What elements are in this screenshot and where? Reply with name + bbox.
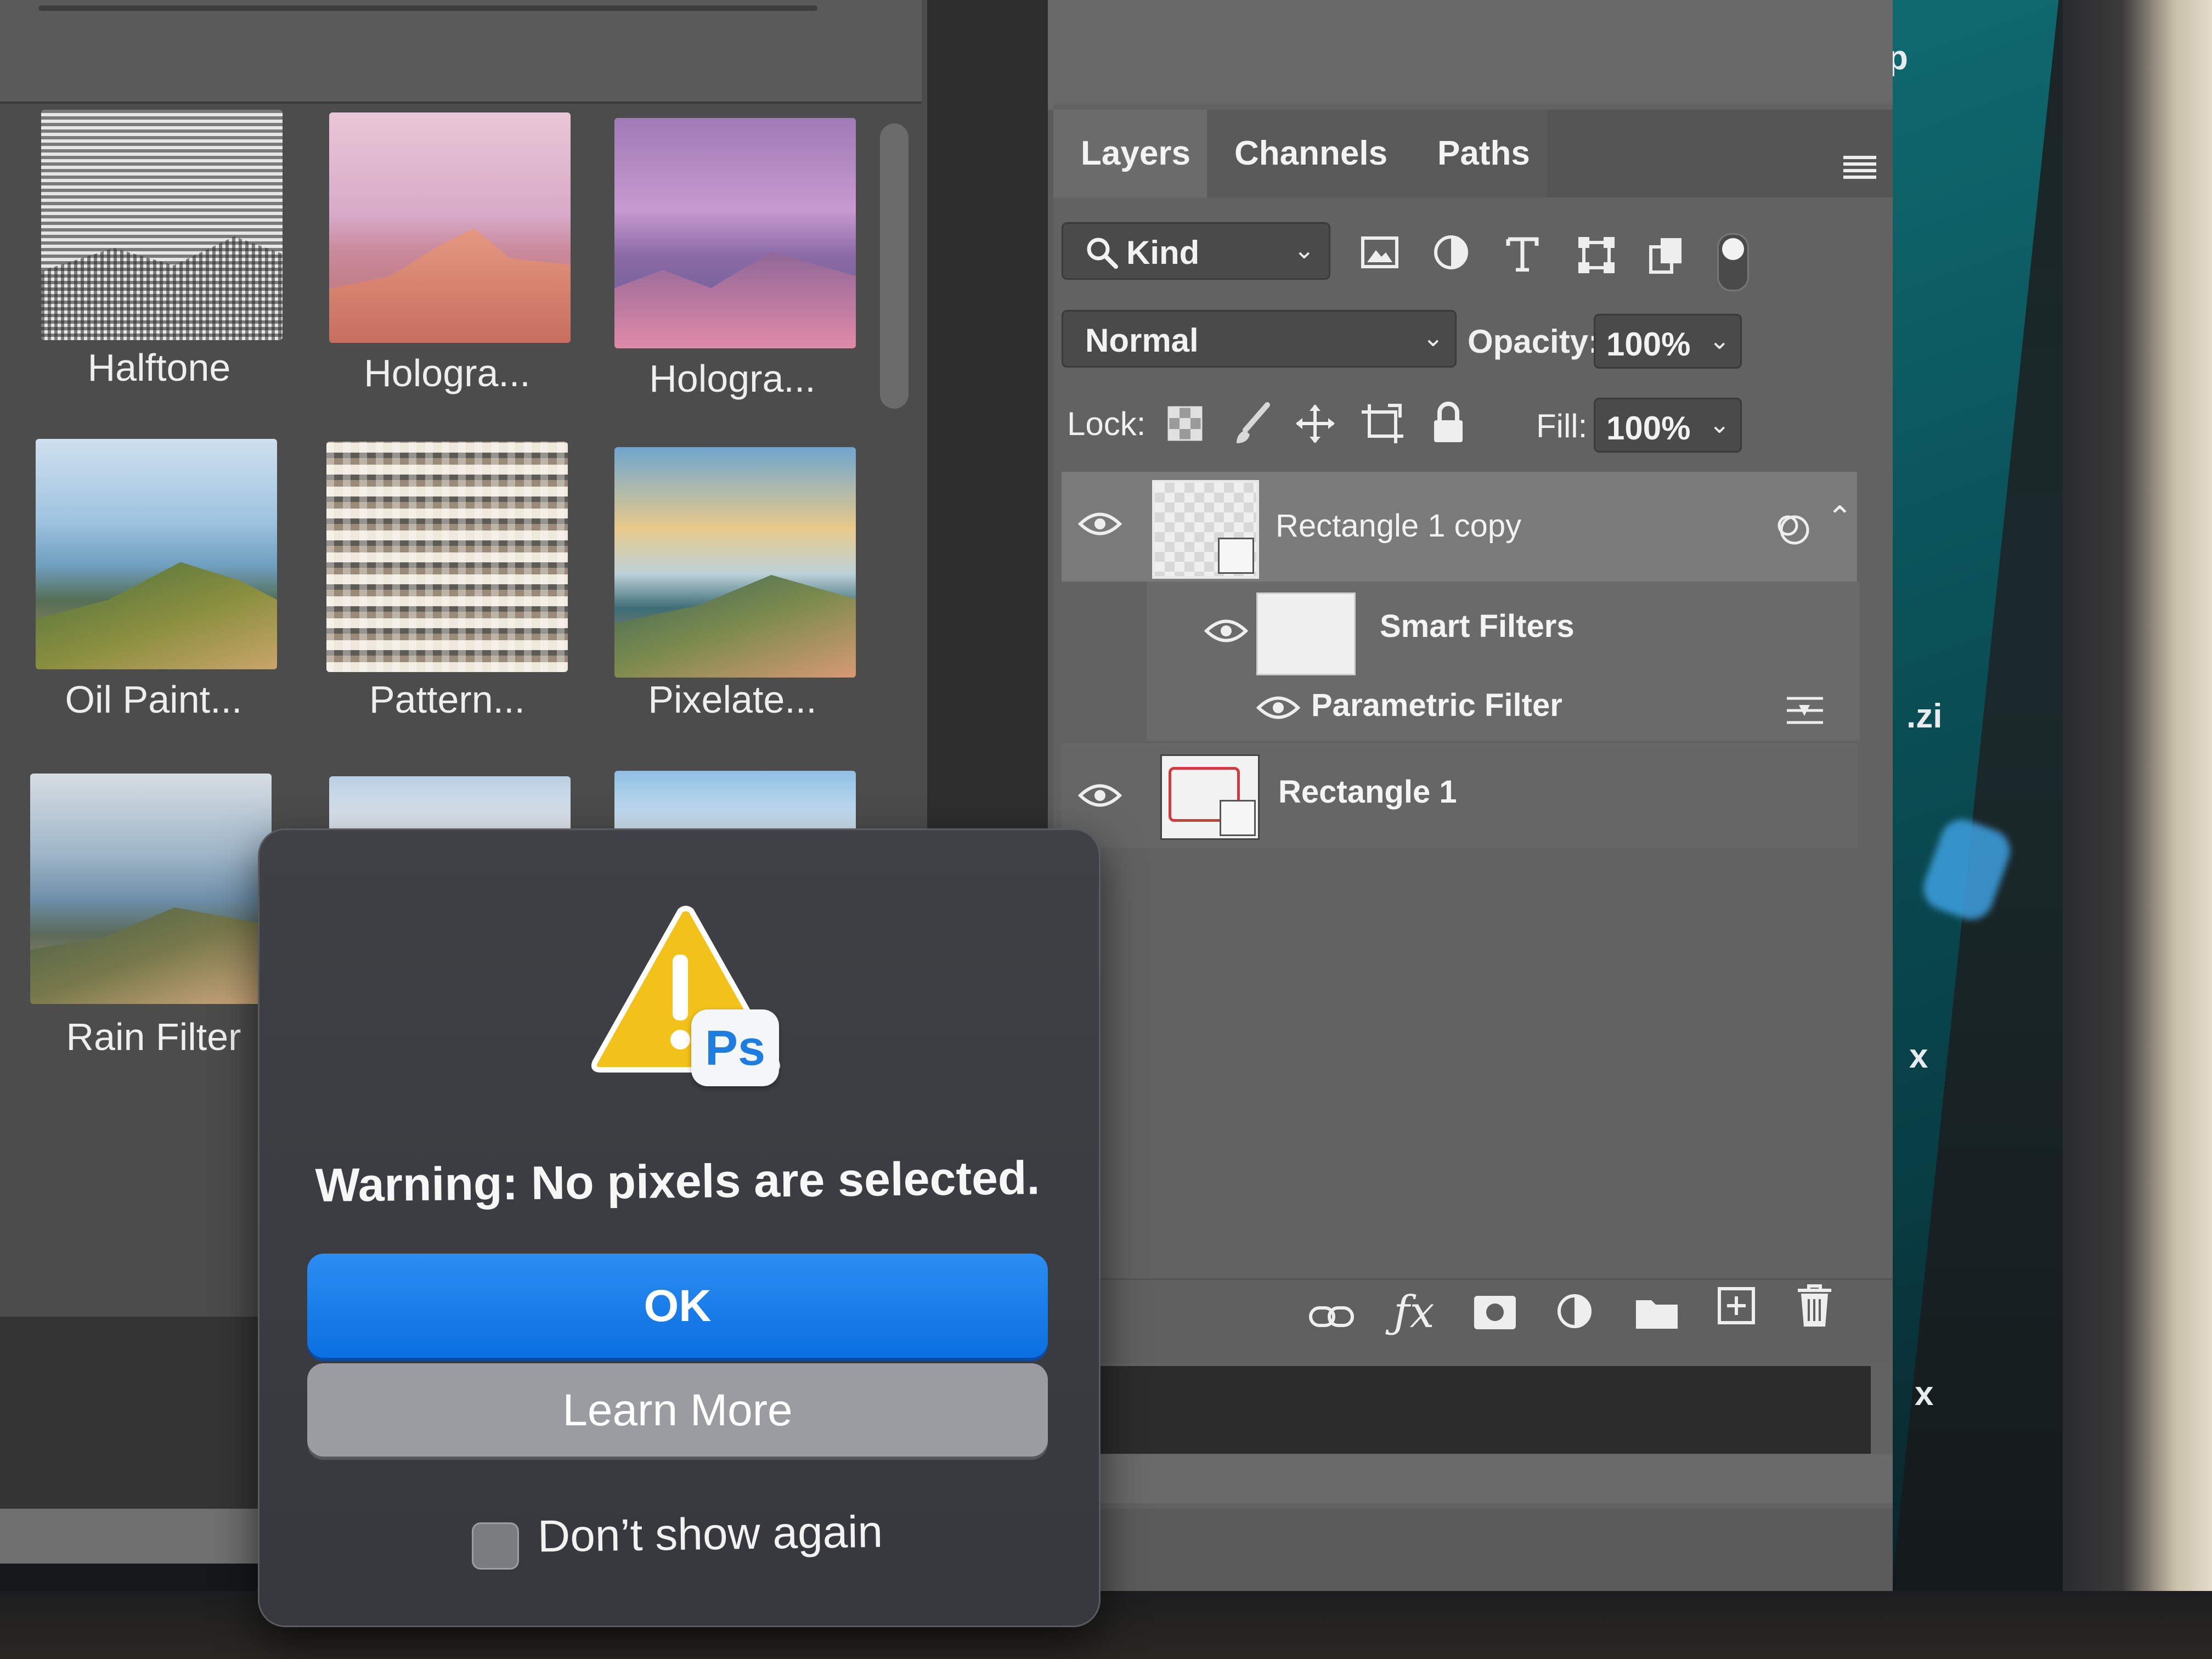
monitor-bezel-right <box>2063 0 2212 1659</box>
desktop-label-x1: x <box>1909 1037 1928 1075</box>
toggle-knob <box>1722 238 1744 260</box>
desktop-label-zi: .zi <box>1906 697 1943 735</box>
panel-menu-icon[interactable] <box>1843 154 1876 181</box>
kind-filter-select[interactable]: Kind ⌄ <box>1062 222 1330 280</box>
filter-label-halftone: Halftone <box>87 346 231 389</box>
layer-name[interactable]: Rectangle 1 copy <box>1276 507 1521 544</box>
filter-label-holographic-1: Hologra... <box>364 352 531 394</box>
opacity-dropdown[interactable]: ⌄ <box>1703 314 1742 369</box>
chevron-down-icon: ⌄ <box>1709 410 1730 438</box>
opacity-value: 100% <box>1606 326 1691 363</box>
filter-thumb-halftone[interactable] <box>41 110 283 340</box>
filter-thumb-holographic-2[interactable] <box>614 118 856 348</box>
smart-filter-mask-thumbnail[interactable] <box>1256 592 1356 675</box>
tab-layers[interactable]: Layers <box>1053 110 1207 198</box>
learn-more-button[interactable]: Learn More <box>307 1363 1048 1457</box>
filter-gallery-divider <box>38 5 817 11</box>
visibility-eye-icon[interactable] <box>1078 782 1122 809</box>
filter-thumb-oil-paint[interactable] <box>36 439 277 669</box>
collapse-chevron-icon[interactable]: ⌃ <box>1827 499 1853 535</box>
filter-thumb-rain[interactable] <box>30 774 272 1004</box>
ok-button[interactable]: OK <box>307 1254 1048 1358</box>
smart-object-badge-icon <box>1218 538 1254 574</box>
tab-strip <box>1547 110 1893 198</box>
kind-filter-label: Kind <box>1126 234 1200 271</box>
ps-badge-text: Ps <box>704 1021 766 1076</box>
filter-label-rain: Rain Filter <box>66 1015 241 1058</box>
fill-label: Fill: <box>1536 408 1588 444</box>
filter-thumb-pixelate[interactable] <box>614 447 856 678</box>
filter-label-oil-paint: Oil Paint... <box>65 678 242 721</box>
holographic-mountain-1 <box>329 228 571 343</box>
type-layer-filter-icon[interactable] <box>1506 236 1539 272</box>
layer-thumbnail[interactable] <box>1160 754 1260 840</box>
add-mask-icon[interactable] <box>1473 1295 1517 1330</box>
ps-badge-icon: Ps <box>691 1009 779 1086</box>
filter-label-pixelate: Pixelate... <box>648 678 817 721</box>
new-adjustment-layer-icon[interactable] <box>1555 1292 1594 1330</box>
halftone-mountain <box>41 236 283 340</box>
oil-paint-mountain <box>36 562 277 669</box>
smart-object-badge-icon <box>1220 800 1256 836</box>
chevron-down-icon: ⌄ <box>1423 323 1444 352</box>
pattern-texture <box>326 442 568 672</box>
filter-blending-options-icon[interactable] <box>1786 694 1824 727</box>
delete-layer-trash-icon[interactable] <box>1797 1284 1832 1328</box>
layer-style-fx-icon[interactable]: ƒx <box>1393 1286 1435 1338</box>
search-icon <box>1087 238 1118 269</box>
smart-filters-group: Smart Filters Parametric Filter <box>1147 582 1860 741</box>
visibility-eye-icon[interactable] <box>1256 694 1300 721</box>
lock-image-pixels-brush-icon[interactable] <box>1233 402 1272 445</box>
lock-position-move-icon[interactable] <box>1295 403 1336 444</box>
desktop-label-x2: x <box>1915 1375 1934 1413</box>
filter-label-holographic-2: Hologra... <box>649 357 816 400</box>
dont-show-again-checkbox[interactable] <box>472 1522 519 1570</box>
layer-name[interactable]: Rectangle 1 <box>1278 774 1457 810</box>
chevron-down-icon: ⌄ <box>1294 235 1315 264</box>
fill-dropdown[interactable]: ⌄ <box>1703 398 1742 453</box>
chevron-down-icon: ⌄ <box>1709 326 1730 354</box>
smart-object-filter-icon[interactable] <box>1649 236 1684 274</box>
shape-layer-filter-icon[interactable] <box>1577 236 1616 274</box>
lock-transparent-pixels-icon[interactable] <box>1167 406 1203 441</box>
panel-bottom-dark-strip <box>1092 1366 1871 1454</box>
opacity-label: Opacity: <box>1468 323 1600 360</box>
parametric-filter-label[interactable]: Parametric Filter <box>1311 687 1562 724</box>
lock-artboard-icon[interactable] <box>1361 403 1404 444</box>
blend-mode-select[interactable]: Normal ⌄ <box>1062 310 1457 368</box>
filter-label-pattern: Pattern... <box>369 678 526 721</box>
filter-thumb-partial-2[interactable] <box>614 771 856 831</box>
pixel-layer-filter-icon[interactable] <box>1361 236 1399 269</box>
visibility-eye-icon[interactable] <box>1078 510 1122 538</box>
tab-paths[interactable]: Paths <box>1410 110 1547 198</box>
filter-gallery-header <box>0 0 922 104</box>
smart-filters-label[interactable]: Smart Filters <box>1380 608 1575 645</box>
link-layers-icon[interactable] <box>1308 1300 1355 1333</box>
lock-all-padlock-icon[interactable] <box>1432 400 1465 444</box>
dont-show-again-label[interactable]: Don’t show again <box>537 1506 883 1563</box>
panel-bottom-gray-strip <box>1092 1454 1893 1503</box>
holographic-mountain-2 <box>614 252 856 348</box>
filter-thumb-pattern[interactable] <box>326 442 568 672</box>
layer-row-rectangle-1[interactable]: Rectangle 1 <box>1062 743 1857 848</box>
dialog-message: Warning: No pixels are selected. <box>315 1152 1040 1212</box>
filter-gallery-scrollbar[interactable] <box>880 123 909 409</box>
tab-channels[interactable]: Channels <box>1207 110 1410 198</box>
layer-thumbnail[interactable] <box>1152 480 1259 579</box>
filter-toggle-switch[interactable] <box>1717 233 1749 291</box>
filter-thumb-holographic-1[interactable] <box>329 112 571 343</box>
blend-mode-value: Normal <box>1085 322 1199 359</box>
layer-row-rectangle-1-copy[interactable]: Rectangle 1 copy ⌃ <box>1062 472 1857 582</box>
filter-thumb-partial-1[interactable] <box>329 776 571 831</box>
lock-label: Lock: <box>1067 405 1146 442</box>
layers-panel-header <box>1048 0 1893 110</box>
fill-value: 100% <box>1606 410 1691 447</box>
new-layer-icon[interactable] <box>1717 1286 1756 1325</box>
visibility-eye-icon[interactable] <box>1204 617 1248 645</box>
adjustment-layer-filter-icon[interactable] <box>1432 233 1470 272</box>
rain-mountain <box>30 907 272 1004</box>
new-group-folder-icon[interactable] <box>1635 1295 1679 1330</box>
pixelate-mountain <box>614 575 856 678</box>
smart-filter-link-icon[interactable] <box>1775 510 1810 546</box>
